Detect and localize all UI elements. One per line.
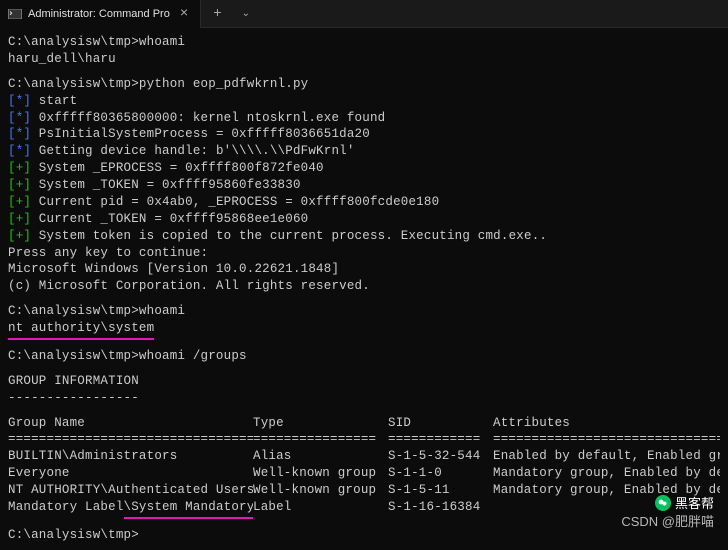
output-line: [+] Current pid = 0x4ab0, _EPROCESS = 0x… [8, 194, 720, 211]
output-line: [*] start [8, 93, 720, 110]
table-row: Everyone Well-known group S-1-1-0 Mandat… [8, 465, 720, 482]
tab-dropdown-button[interactable]: ⌄ [234, 8, 258, 20]
output-line: Press any key to continue: [8, 245, 720, 262]
output-line: [*] PsInitialSystemProcess = 0xfffff8036… [8, 126, 720, 143]
table-row: Mandatory Label\System Mandatory Level L… [8, 499, 720, 519]
table-separator: ================================= ======… [8, 431, 720, 448]
output-line: [*] Getting device handle: b'\\\\.\\PdFw… [8, 143, 720, 160]
table-row: NT AUTHORITY\Authenticated Users Well-kn… [8, 482, 720, 499]
output-line: Microsoft Windows [Version 10.0.22621.18… [8, 261, 720, 278]
prompt-line: C:\analysisw\tmp>whoami [8, 303, 720, 320]
tab-terminal[interactable]: Administrator: Command Pro × [0, 0, 201, 28]
section-header: GROUP INFORMATION [8, 373, 720, 390]
output-line: [+] Current _TOKEN = 0xffff95868ee1e060 [8, 211, 720, 228]
table-header: Group Name Type SID Attributes [8, 415, 720, 432]
prompt-line: C:\analysisw\tmp> [8, 527, 720, 544]
table-row: BUILTIN\Administrators Alias S-1-5-32-54… [8, 448, 720, 465]
terminal-output[interactable]: C:\analysisw\tmp>whoami haru_dell\haru C… [0, 28, 728, 550]
output-line: [+] System token is copied to the curren… [8, 228, 720, 245]
prompt-line: C:\analysisw\tmp>python eop_pdfwkrnl.py [8, 76, 720, 93]
wechat-icon [655, 495, 671, 511]
terminal-icon [8, 7, 22, 21]
tab-title: Administrator: Command Pro [28, 8, 170, 20]
window-titlebar: Administrator: Command Pro × + ⌄ [0, 0, 728, 28]
prompt-line: C:\analysisw\tmp>whoami [8, 34, 720, 51]
output-line: [*] 0xfffff80365800000: kernel ntoskrnl.… [8, 110, 720, 127]
output-line: [+] System _EPROCESS = 0xffff800f872fe04… [8, 160, 720, 177]
output-line: (c) Microsoft Corporation. All rights re… [8, 278, 720, 295]
output-line: [+] System _TOKEN = 0xffff95860fe33830 [8, 177, 720, 194]
section-underline: ----------------- [8, 390, 720, 407]
watermark-wechat: 黑客帮 [655, 493, 714, 512]
close-icon[interactable]: × [176, 6, 192, 22]
new-tab-button[interactable]: + [201, 6, 233, 22]
output-line: haru_dell\haru [8, 51, 720, 68]
watermark-csdn: CSDN @肥胖喵 [621, 511, 714, 530]
prompt-line: C:\analysisw\tmp>whoami /groups [8, 348, 720, 365]
output-line: nt authority\system [8, 320, 720, 340]
